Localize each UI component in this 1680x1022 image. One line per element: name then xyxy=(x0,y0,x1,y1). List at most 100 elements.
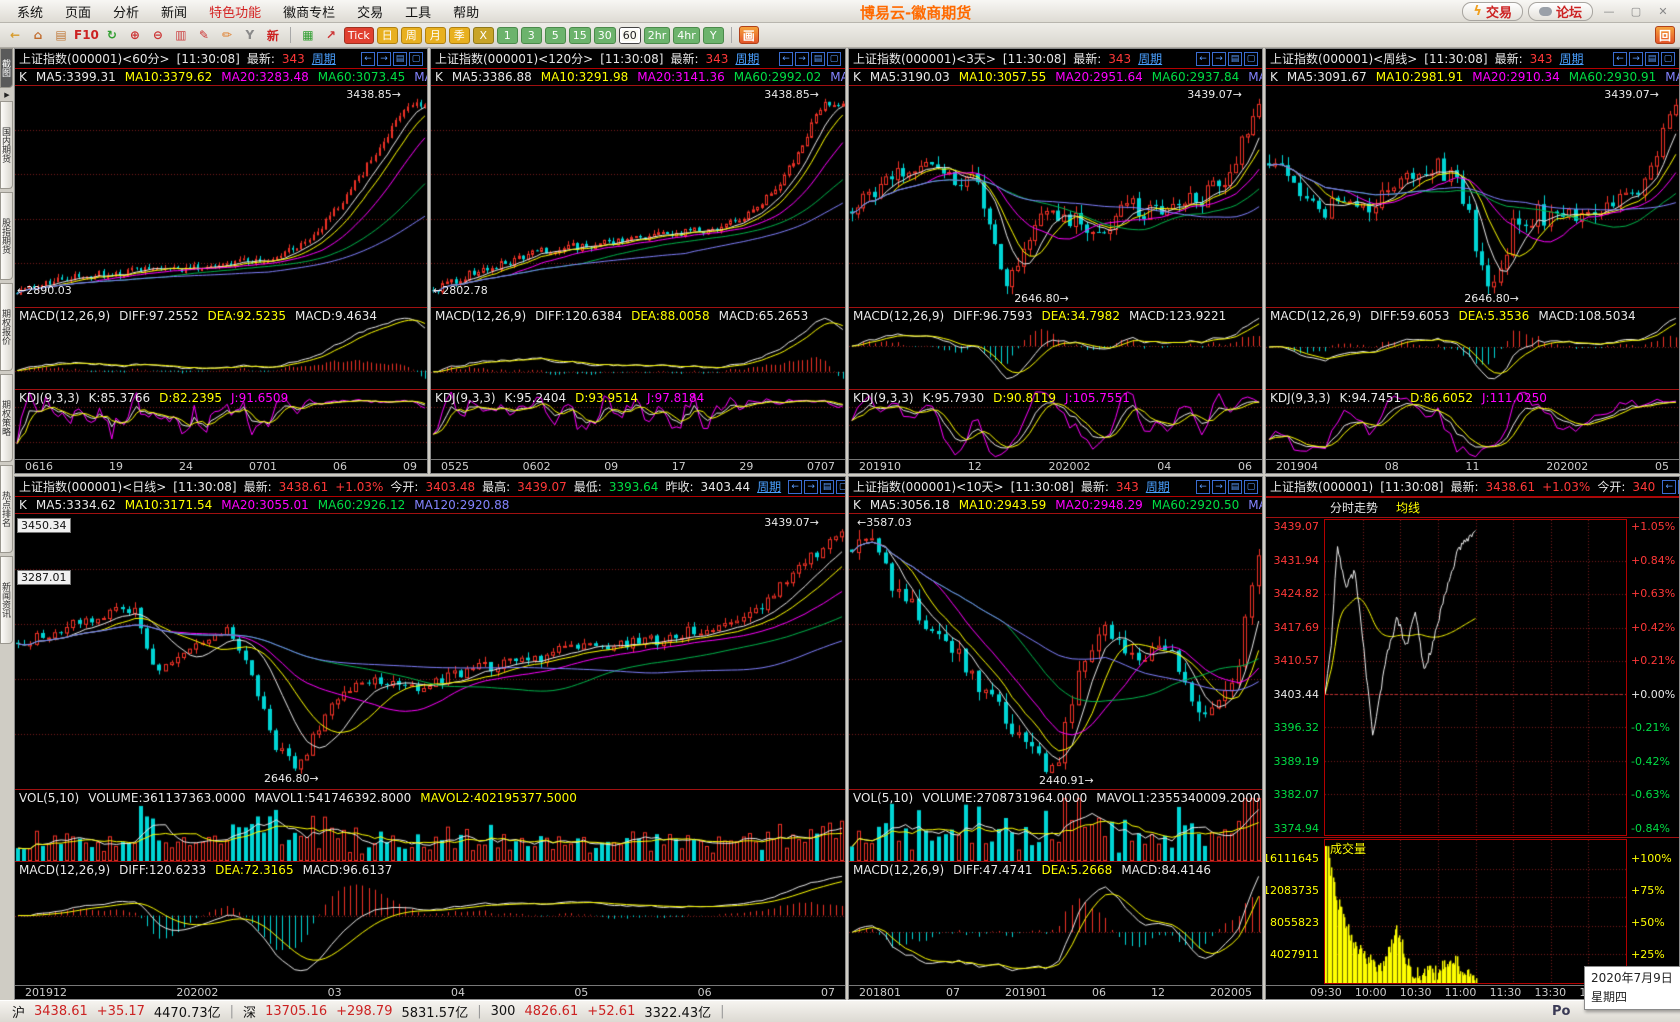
candle-chart[interactable] xyxy=(849,514,1262,789)
chart-view-icon[interactable]: ↗ xyxy=(321,26,341,44)
menu-item[interactable]: 徽商专栏 xyxy=(272,1,346,22)
close-button[interactable]: ✕ xyxy=(1652,3,1674,20)
period-button-1[interactable]: 1 xyxy=(496,26,518,44)
f10-icon[interactable]: F10 xyxy=(74,26,99,44)
kdj-chart[interactable] xyxy=(849,390,1262,459)
split-view-button[interactable]: ▤ xyxy=(811,51,825,66)
period-link[interactable]: 周期 xyxy=(312,50,336,67)
vol-chart[interactable] xyxy=(15,790,845,861)
nav-left-button[interactable]: ← xyxy=(1196,51,1210,66)
period-button-季[interactable]: 季 xyxy=(448,26,470,44)
period-button-4hr[interactable]: 4hr xyxy=(673,26,700,44)
period-link[interactable]: 周期 xyxy=(757,478,781,495)
sidebar-tab[interactable]: 新闻资讯 xyxy=(0,556,13,644)
sidebar-tab[interactable]: 热点排名 xyxy=(0,465,13,553)
nav-left-button[interactable]: ← xyxy=(779,51,793,66)
period-link[interactable]: 周期 xyxy=(1146,478,1170,495)
period-button-30[interactable]: 30 xyxy=(593,26,616,44)
period-button-5[interactable]: 5 xyxy=(544,26,566,44)
menu-item[interactable]: 交易 xyxy=(346,1,394,22)
period-button-15[interactable]: 15 xyxy=(568,26,591,44)
macd-chart[interactable] xyxy=(849,862,1262,985)
forum-button[interactable]: 论坛 xyxy=(1527,1,1593,21)
period-button-Y[interactable]: Y xyxy=(702,26,724,44)
overlay-icon[interactable]: ▥ xyxy=(171,26,191,44)
period-button-2hr[interactable]: 2hr xyxy=(643,26,671,44)
nav-left-button[interactable]: ← xyxy=(1613,51,1627,66)
intraday-price-chart[interactable] xyxy=(1325,520,1626,835)
brush-icon[interactable]: ✏ xyxy=(217,26,237,44)
menu-item[interactable]: 工具 xyxy=(394,1,442,22)
back-icon[interactable]: ← xyxy=(5,26,25,44)
home-icon[interactable]: ⌂ xyxy=(28,26,48,44)
nav-left-button[interactable]: ← xyxy=(361,51,375,66)
maximize-button[interactable]: ▢ xyxy=(1625,3,1647,20)
layout-button[interactable]: 回 xyxy=(1655,26,1675,44)
period-button-X[interactable]: X xyxy=(472,26,494,44)
vol-chart[interactable] xyxy=(849,790,1262,861)
candle-chart[interactable] xyxy=(431,86,845,307)
period-link[interactable]: 周期 xyxy=(735,50,759,67)
menu-item[interactable]: 特色功能 xyxy=(198,1,272,22)
trade-button[interactable]: ϟ 交易 xyxy=(1462,1,1523,21)
sidebar-tab[interactable]: 国内期货 xyxy=(0,101,13,189)
macd-chart[interactable] xyxy=(431,308,845,389)
maximize-panel-button[interactable]: ▢ xyxy=(1244,51,1258,66)
quote-table-icon[interactable]: ▦ xyxy=(298,26,318,44)
maximize-panel-button[interactable]: ▢ xyxy=(836,479,845,494)
nav-right-button[interactable]: → xyxy=(1212,479,1226,494)
kdj-chart[interactable] xyxy=(1266,390,1679,459)
nav-left-button[interactable]: ← xyxy=(788,479,803,494)
period-button-月[interactable]: 月 xyxy=(424,26,446,44)
intraday-volume-chart[interactable] xyxy=(1325,840,1626,983)
intraday-tab[interactable]: 分时走势 xyxy=(1330,499,1378,516)
sidebar-tab[interactable]: 期权报价 xyxy=(0,283,13,371)
period-link[interactable]: 周期 xyxy=(1138,50,1162,67)
nav-left-button[interactable]: ← xyxy=(1196,479,1210,494)
candle-chart[interactable] xyxy=(849,86,1262,307)
maximize-panel-button[interactable]: ▢ xyxy=(409,51,423,66)
split-view-button[interactable]: ▤ xyxy=(1228,51,1242,66)
menu-item[interactable]: 页面 xyxy=(54,1,102,22)
nav-left-button[interactable]: ← xyxy=(1662,479,1677,494)
zoom-out-icon[interactable]: ⊖ xyxy=(148,26,168,44)
candle-chart[interactable] xyxy=(15,86,427,307)
period-button-日[interactable]: 日 xyxy=(376,26,398,44)
period-link[interactable]: 周期 xyxy=(1560,50,1584,67)
zoom-in-icon[interactable]: ⊕ xyxy=(125,26,145,44)
menu-item[interactable]: 新闻 xyxy=(150,1,198,22)
period-button-60[interactable]: 60 xyxy=(618,26,641,44)
nav-right-button[interactable]: → xyxy=(795,51,809,66)
macd-chart[interactable] xyxy=(15,308,427,389)
period-button-3[interactable]: 3 xyxy=(520,26,542,44)
macd-chart[interactable] xyxy=(849,308,1262,389)
maximize-panel-button[interactable]: ▢ xyxy=(1244,479,1258,494)
refresh-icon[interactable]: ↻ xyxy=(102,26,122,44)
annotate-icon[interactable]: ✎ xyxy=(194,26,214,44)
minimize-button[interactable]: — xyxy=(1598,3,1620,20)
nav-right-button[interactable]: → xyxy=(804,479,819,494)
split-view-button[interactable]: ▤ xyxy=(1228,479,1242,494)
sidebar-expand-icon[interactable]: ▶ xyxy=(0,91,14,101)
filter-icon[interactable]: Y xyxy=(240,26,260,44)
nav-right-button[interactable]: → xyxy=(1212,51,1226,66)
period-button-周[interactable]: 周 xyxy=(400,26,422,44)
candle-chart[interactable] xyxy=(1266,86,1679,307)
kdj-chart[interactable] xyxy=(431,390,845,459)
macd-chart[interactable] xyxy=(1266,308,1679,389)
nav-right-button[interactable]: → xyxy=(1678,479,1679,494)
sidebar-tab-screenshot[interactable]: 截图 xyxy=(0,48,13,88)
nav-right-button[interactable]: → xyxy=(1629,51,1643,66)
period-button-Tick[interactable]: Tick xyxy=(343,26,374,44)
sidebar-tab[interactable]: 期权策略 xyxy=(0,374,13,462)
maximize-panel-button[interactable]: ▢ xyxy=(827,51,841,66)
split-view-button[interactable]: ▤ xyxy=(820,479,835,494)
nav-right-button[interactable]: → xyxy=(377,51,391,66)
menu-item[interactable]: 系统 xyxy=(6,1,54,22)
macd-chart[interactable] xyxy=(15,862,845,985)
new-icon[interactable]: 新 xyxy=(263,26,283,44)
split-view-button[interactable]: ▤ xyxy=(393,51,407,66)
kdj-chart[interactable] xyxy=(15,390,427,459)
draw-mode-button[interactable]: 画 xyxy=(738,26,759,44)
candle-chart[interactable] xyxy=(15,514,845,789)
